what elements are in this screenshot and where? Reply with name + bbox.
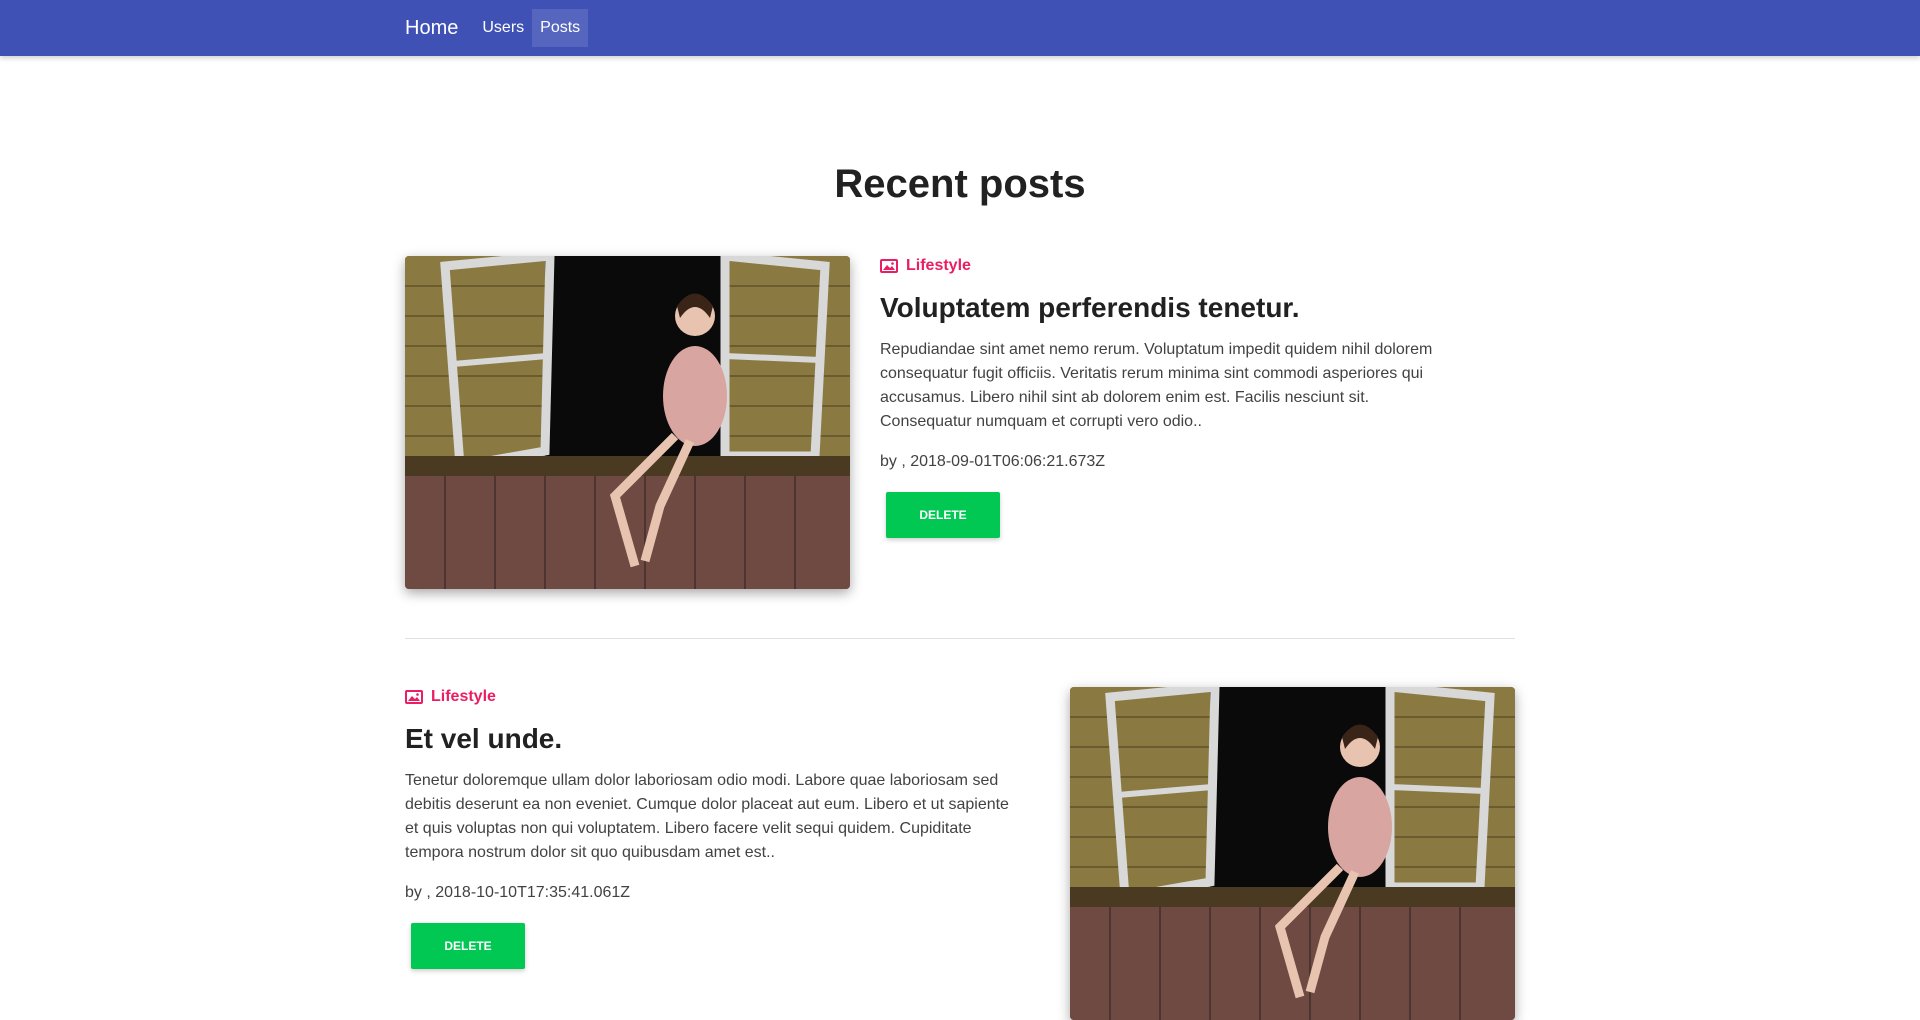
post-photo [405,256,850,589]
post-category-label: Lifestyle [906,257,971,274]
post-category[interactable]: Lifestyle [405,687,1020,707]
post-meta: by , 2018-09-01T06:06:21.673Z [880,453,1106,470]
post-divider [405,638,1515,639]
nav-home-link[interactable]: Home [405,17,458,40]
post-text: Lifestyle Et vel unde. Tenetur doloremqu… [405,687,1020,969]
post-photo [1070,687,1515,1020]
post-category-label: Lifestyle [431,688,496,705]
delete-button[interactable]: DELETE [886,492,1000,538]
post-meta: by , 2018-10-10T17:35:41.061Z [405,884,631,901]
top-navbar: Home Users Posts [0,0,1920,56]
nav-container: Home Users Posts [405,0,589,56]
post-category[interactable]: Lifestyle [880,256,1460,276]
post-image[interactable] [405,256,850,589]
nav-users-link[interactable]: Users [474,9,532,47]
delete-button[interactable]: DELETE [411,923,525,969]
post-title[interactable]: Et vel unde. [405,721,1020,757]
image-icon [880,259,898,273]
post-image[interactable] [1070,687,1515,1020]
image-icon [405,690,423,704]
nav-posts-link[interactable]: Posts [532,9,589,47]
post-text: Lifestyle Voluptatem perferendis tenetur… [880,256,1460,538]
post-excerpt: Repudiandae sint amet nemo rerum. Volupt… [880,341,1433,430]
post-title[interactable]: Voluptatem perferendis tenetur. [880,290,1460,326]
page-title: Recent posts [834,162,1086,206]
post-excerpt: Tenetur doloremque ullam dolor laboriosa… [405,772,1009,861]
